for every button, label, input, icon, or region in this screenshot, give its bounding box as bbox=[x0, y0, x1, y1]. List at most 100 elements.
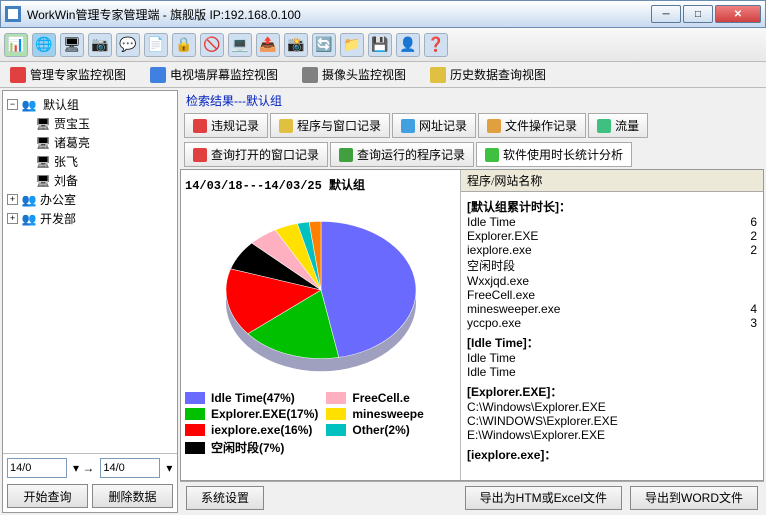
tree-user[interactable]: 🖥诸葛亮 bbox=[7, 133, 173, 152]
list-item[interactable]: Idle Time bbox=[467, 365, 757, 379]
window-title: WorkWin管理专家管理端 - 旗舰版 IP:192.168.0.100 bbox=[27, 6, 651, 23]
delete-data-button[interactable]: 删除数据 bbox=[92, 484, 173, 508]
user-tree[interactable]: −👥默认组 🖥贾宝玉 🖥诸葛亮 🖥张飞 🖥刘备 +👥办公室 +👥开发部 bbox=[3, 91, 177, 453]
date-arrow-icon: ▾ bbox=[166, 461, 172, 475]
tab-label: 流量 bbox=[615, 117, 639, 134]
tab-query-programs[interactable]: 查询运行的程序记录 bbox=[330, 142, 474, 167]
program-list[interactable]: 程序/网站名称 [默认组累计时长]： Idle Time6 Explorer.E… bbox=[461, 170, 763, 480]
toolbar-icon-capture[interactable]: 📸 bbox=[284, 33, 308, 57]
group-icon: 👥 bbox=[21, 211, 37, 227]
sidebar: −👥默认组 🖥贾宝玉 🖥诸葛亮 🖥张飞 🖥刘备 +👥办公室 +👥开发部 ▾ → … bbox=[2, 90, 178, 513]
chart-icon bbox=[485, 148, 499, 162]
expand-icon[interactable]: + bbox=[7, 194, 18, 205]
date-from-input[interactable] bbox=[7, 458, 67, 478]
monitor-icon bbox=[10, 67, 26, 83]
tab-program-window[interactable]: 程序与窗口记录 bbox=[270, 113, 390, 138]
search-icon bbox=[339, 148, 353, 162]
legend-label: iexplore.exe(16%) bbox=[211, 423, 312, 437]
legend-item: Other(2%) bbox=[326, 423, 456, 437]
list-item[interactable]: FreeCell.exe bbox=[467, 288, 757, 302]
expand-icon[interactable]: + bbox=[7, 213, 18, 224]
tab-traffic[interactable]: 流量 bbox=[588, 113, 648, 138]
list-item[interactable]: Idle Time bbox=[467, 351, 757, 365]
toolbar-icon-send[interactable]: 📤 bbox=[256, 33, 280, 57]
tvwall-icon bbox=[150, 67, 166, 83]
stop-icon bbox=[193, 119, 207, 133]
tab-usage-stats[interactable]: 软件使用时长统计分析 bbox=[476, 142, 632, 167]
swatch-icon bbox=[326, 408, 346, 420]
content-area: 检索结果---默认组 违规记录 程序与窗口记录 网址记录 文件操作记录 流量 查… bbox=[180, 90, 764, 513]
export-word-button[interactable]: 导出到WORD文件 bbox=[630, 486, 758, 510]
list-item[interactable]: E:\Windows\Explorer.EXE bbox=[467, 428, 757, 442]
tab-label: 查询运行的程序记录 bbox=[357, 146, 465, 163]
legend-item: iexplore.exe(16%) bbox=[185, 423, 318, 437]
toolbar-icon-folder[interactable]: 📁 bbox=[340, 33, 364, 57]
tree-group[interactable]: +👥开发部 bbox=[7, 209, 173, 228]
list-item[interactable]: Idle Time6 bbox=[467, 215, 757, 229]
tab-fileops[interactable]: 文件操作记录 bbox=[478, 113, 586, 138]
history-icon bbox=[430, 67, 446, 83]
main-toolbar: 📊 🌐 🖥 📷 💬 📄 🔒 🚫 💻 📤 📸 🔄 📁 💾 👤 ❓ bbox=[0, 28, 766, 62]
export-html-excel-button[interactable]: 导出为HTM或Excel文件 bbox=[465, 486, 622, 510]
tab-url[interactable]: 网址记录 bbox=[392, 113, 476, 138]
list-item[interactable]: C:\Windows\Explorer.EXE bbox=[467, 400, 757, 414]
tree-user[interactable]: 🖥贾宝玉 bbox=[7, 114, 173, 133]
list-item[interactable]: minesweeper.exe4 bbox=[467, 302, 757, 316]
chart-legend: Idle Time(47%) FreeCell.e Explorer.EXE(1… bbox=[185, 385, 456, 456]
view-tab-tvwall[interactable]: 电视墙屏幕监控视图 bbox=[144, 64, 284, 85]
tab-violation[interactable]: 违规记录 bbox=[184, 113, 268, 138]
list-item[interactable]: iexplore.exe2 bbox=[467, 243, 757, 257]
maximize-button[interactable]: □ bbox=[683, 5, 713, 23]
tree-group[interactable]: +👥办公室 bbox=[7, 190, 173, 209]
legend-label: 空闲时段(7%) bbox=[211, 439, 284, 456]
toolbar-icon-pc[interactable]: 💻 bbox=[228, 33, 252, 57]
toolbar-icon-sync[interactable]: 🔄 bbox=[312, 33, 336, 57]
view-tab-history[interactable]: 历史数据查询视图 bbox=[424, 64, 552, 85]
list-item[interactable]: Wxxjqd.exe bbox=[467, 274, 757, 288]
legend-label: FreeCell.e bbox=[352, 391, 409, 405]
swatch-icon bbox=[185, 442, 205, 454]
list-group: [Explorer.EXE]： bbox=[467, 383, 757, 400]
toolbar-icon-chat[interactable]: 💬 bbox=[116, 33, 140, 57]
record-tab-row2: 查询打开的窗口记录 查询运行的程序记录 软件使用时长统计分析 bbox=[180, 140, 764, 169]
collapse-icon[interactable]: − bbox=[7, 99, 18, 110]
close-button[interactable]: ✕ bbox=[715, 5, 761, 23]
toolbar-icon-disk[interactable]: 💾 bbox=[368, 33, 392, 57]
start-query-button[interactable]: 开始查询 bbox=[7, 484, 88, 508]
search-icon bbox=[193, 148, 207, 162]
toolbar-icon-help[interactable]: ❓ bbox=[424, 33, 448, 57]
swatch-icon bbox=[185, 408, 205, 420]
toolbar-icon-doc[interactable]: 📄 bbox=[144, 33, 168, 57]
toolbar-icon-block[interactable]: 🚫 bbox=[200, 33, 224, 57]
swatch-icon bbox=[326, 424, 346, 436]
date-to-input[interactable] bbox=[100, 458, 160, 478]
view-tab-camera[interactable]: 摄像头监控视图 bbox=[296, 64, 412, 85]
toolbar-icon-lock[interactable]: 🔒 bbox=[172, 33, 196, 57]
system-settings-button[interactable]: 系统设置 bbox=[186, 486, 264, 510]
list-item[interactable]: Explorer.EXE2 bbox=[467, 229, 757, 243]
tab-query-windows[interactable]: 查询打开的窗口记录 bbox=[184, 142, 328, 167]
view-tab-label: 历史数据查询视图 bbox=[450, 66, 546, 83]
tree-root[interactable]: −👥默认组 bbox=[7, 95, 173, 114]
minimize-button[interactable]: ─ bbox=[651, 5, 681, 23]
toolbar-icon-1[interactable]: 📊 bbox=[4, 33, 28, 57]
pc-icon: 🖥 bbox=[35, 116, 51, 132]
app-icon bbox=[5, 6, 21, 22]
chart-header: 14/03/18---14/03/25 默认组 bbox=[185, 174, 456, 195]
view-tab-monitor[interactable]: 管理专家监控视图 bbox=[4, 64, 132, 85]
toolbar-icon-globe[interactable]: 🌐 bbox=[32, 33, 56, 57]
toolbar-icon-monitor[interactable]: 🖥 bbox=[60, 33, 84, 57]
list-item[interactable]: C:\WINDOWS\Explorer.EXE bbox=[467, 414, 757, 428]
file-icon bbox=[487, 119, 501, 133]
tree-label: 刘备 bbox=[54, 172, 78, 189]
list-item[interactable]: 空闲时段 bbox=[467, 257, 757, 274]
tree-user[interactable]: 🖥刘备 bbox=[7, 171, 173, 190]
traffic-icon bbox=[597, 119, 611, 133]
toolbar-icon-camera[interactable]: 📷 bbox=[88, 33, 112, 57]
toolbar-icon-user[interactable]: 👤 bbox=[396, 33, 420, 57]
search-result-label: 检索结果---默认组 bbox=[180, 90, 764, 111]
tree-label: 张飞 bbox=[54, 153, 78, 170]
view-tab-label: 摄像头监控视图 bbox=[322, 66, 406, 83]
list-item[interactable]: yccpo.exe3 bbox=[467, 316, 757, 330]
tree-user[interactable]: 🖥张飞 bbox=[7, 152, 173, 171]
